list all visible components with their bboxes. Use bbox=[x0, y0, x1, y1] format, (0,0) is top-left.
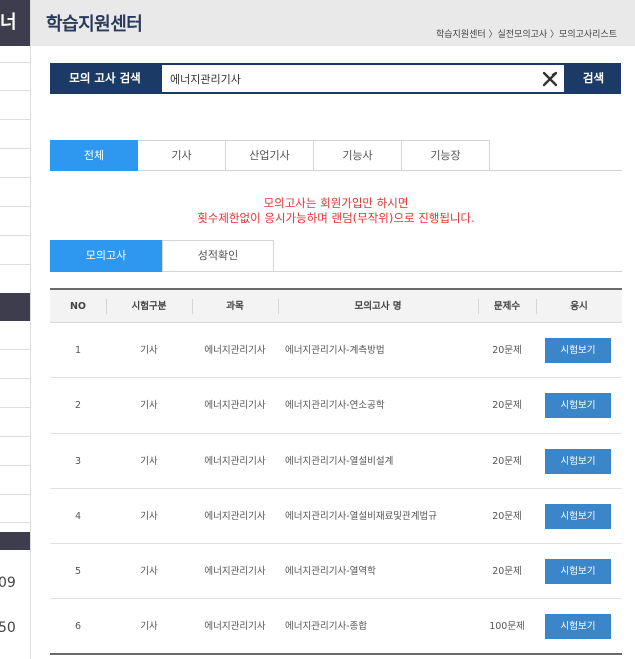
row-exam-name: 에너지관리기사-열설비설계 bbox=[285, 455, 394, 467]
row-exam-name: 에너지관리기사-열역학 bbox=[285, 566, 376, 578]
exam-table: NO 시험구분 과목 모의고사 명 문제수 응시 1 기사 에너지관리기사 에너… bbox=[50, 288, 622, 655]
column-header-count: 문제수 bbox=[493, 301, 521, 312]
tab-master-craftsman[interactable]: 기능장 bbox=[402, 140, 490, 171]
column-header-apply: 응시 bbox=[570, 301, 588, 312]
row-question-count: 20문제 bbox=[492, 455, 522, 467]
table-row: 4 기사 에너지관리기사 에너지관리기사-열설비재료및관계법규 20문제 시험보… bbox=[50, 489, 622, 545]
row-subject: 에너지관리기사 bbox=[204, 345, 266, 356]
row-exam-name: 에너지관리기사-종합 bbox=[285, 621, 368, 633]
sidebar-item-active[interactable] bbox=[0, 293, 30, 321]
sidebar-divider bbox=[0, 378, 30, 379]
row-no: 2 bbox=[74, 400, 82, 412]
take-exam-button[interactable]: 시험보기 bbox=[545, 559, 611, 585]
row-exam-name: 에너지관리기사-계측방법 bbox=[285, 345, 385, 356]
row-subject: 에너지관리기사 bbox=[204, 455, 266, 467]
column-header-no: NO bbox=[69, 301, 87, 312]
sidebar-divider bbox=[0, 62, 30, 63]
sidebar-divider bbox=[0, 235, 30, 236]
row-type: 기사 bbox=[140, 455, 158, 467]
sidebar-divider bbox=[0, 90, 30, 91]
tab-underline bbox=[274, 271, 622, 272]
sidebar-divider bbox=[0, 206, 30, 207]
tab-craftsman[interactable]: 기능사 bbox=[314, 140, 402, 171]
table-row: 1 기사 에너지관리기사 에너지관리기사-계측방법 20문제 시험보기 bbox=[50, 323, 622, 379]
sidebar-divider bbox=[0, 349, 30, 350]
clear-search-icon[interactable] bbox=[542, 71, 558, 87]
take-exam-button[interactable]: 시험보기 bbox=[545, 338, 611, 363]
row-subject: 에너지관리기사 bbox=[204, 510, 266, 522]
search-box bbox=[160, 63, 566, 94]
row-type: 기사 bbox=[140, 400, 158, 412]
row-subject: 에너지관리기사 bbox=[204, 400, 266, 412]
sidebar-divider bbox=[0, 148, 30, 149]
sidebar-divider bbox=[0, 522, 30, 523]
table-row: 5 기사 에너지관리기사 에너지관리기사-열역학 20문제 시험보기 bbox=[50, 544, 622, 600]
column-header-name: 모의고사 명 bbox=[354, 301, 402, 312]
tab-all[interactable]: 전체 bbox=[50, 140, 138, 171]
row-type: 기사 bbox=[140, 510, 158, 522]
row-exam-name: 에너지관리기사-연소공학 bbox=[285, 400, 385, 412]
sidebar-number: 50 bbox=[0, 620, 16, 636]
notice-line: 모의고사는 회원가입만 하시면 bbox=[263, 196, 409, 210]
take-exam-button[interactable]: 시험보기 bbox=[545, 503, 611, 529]
table-header: NO 시험구분 과목 모의고사 명 문제수 응시 bbox=[50, 290, 622, 323]
row-question-count: 20문제 bbox=[492, 510, 522, 522]
sidebar-divider bbox=[0, 177, 30, 178]
column-header-type: 시험구분 bbox=[131, 301, 167, 312]
table-row: 2 기사 에너지관리기사 에너지관리기사-연소공학 20문제 시험보기 bbox=[50, 378, 622, 434]
column-header-subject: 과목 bbox=[226, 301, 244, 312]
page-header: 학습지원센터 학습지원센터 〉실전모의고사 〉모의고사리스트 bbox=[31, 0, 635, 46]
sidebar: 너 09 50 bbox=[0, 0, 31, 659]
row-subject: 에너지관리기사 bbox=[204, 566, 266, 578]
tab-industrial-engineer[interactable]: 산업기사 bbox=[226, 140, 314, 171]
row-no: 3 bbox=[74, 455, 82, 467]
search-button[interactable]: 검색 bbox=[566, 63, 621, 94]
sidebar-divider bbox=[0, 465, 30, 466]
sidebar-section-header bbox=[0, 532, 30, 550]
tab-underline bbox=[490, 170, 622, 171]
row-type: 기사 bbox=[140, 345, 158, 356]
take-exam-button[interactable]: 시험보기 bbox=[545, 393, 611, 419]
breadcrumb: 학습지원센터 〉실전모의고사 〉모의고사리스트 bbox=[435, 30, 617, 40]
tab-mock-exam[interactable]: 모의고사 bbox=[50, 240, 162, 272]
tab-engineer[interactable]: 기사 bbox=[138, 140, 226, 171]
row-no: 4 bbox=[74, 510, 82, 522]
page-title: 학습지원센터 bbox=[46, 14, 143, 35]
notice-line: 횟수제한없이 응시가능하며 랜덤(무작위)으로 진행됩니다. bbox=[197, 211, 475, 225]
row-exam-name: 에너지관리기사-열설비재료및관계법규 bbox=[285, 510, 438, 522]
row-no: 5 bbox=[74, 566, 82, 578]
row-question-count: 100문제 bbox=[489, 621, 525, 633]
table-row: 6 기사 에너지관리기사 에너지관리기사-종합 100문제 시험보기 bbox=[50, 599, 622, 655]
row-no: 1 bbox=[74, 345, 82, 356]
sub-tabs: 모의고사 성적확인 bbox=[50, 240, 274, 272]
row-question-count: 20문제 bbox=[492, 566, 522, 578]
sidebar-divider bbox=[0, 436, 30, 437]
notice-message: 모의고사는 회원가입만 하시면 횟수제한없이 응시가능하며 랜덤(무작위)으로 … bbox=[50, 196, 622, 226]
row-no: 6 bbox=[74, 621, 82, 633]
row-type: 기사 bbox=[140, 621, 158, 633]
tab-score-check[interactable]: 성적확인 bbox=[162, 240, 274, 272]
take-exam-button[interactable]: 시험보기 bbox=[545, 614, 611, 640]
take-exam-button[interactable]: 시험보기 bbox=[545, 448, 611, 474]
sidebar-divider bbox=[0, 494, 30, 495]
table-row: 3 기사 에너지관리기사 에너지관리기사-열설비설계 20문제 시험보기 bbox=[50, 434, 622, 489]
sidebar-divider bbox=[0, 264, 30, 265]
sidebar-divider bbox=[0, 407, 30, 408]
row-subject: 에너지관리기사 bbox=[204, 621, 266, 633]
sidebar-header: 너 bbox=[0, 0, 30, 46]
row-question-count: 20문제 bbox=[492, 400, 522, 412]
row-question-count: 20문제 bbox=[492, 345, 522, 356]
row-type: 기사 bbox=[140, 566, 158, 578]
sidebar-number: 09 bbox=[0, 575, 16, 591]
search-label: 모의 고사 검색 bbox=[50, 63, 160, 94]
search-input[interactable] bbox=[170, 70, 530, 88]
sidebar-divider bbox=[0, 119, 30, 120]
category-tabs: 전체 기사 산업기사 기능사 기능장 bbox=[50, 140, 490, 171]
